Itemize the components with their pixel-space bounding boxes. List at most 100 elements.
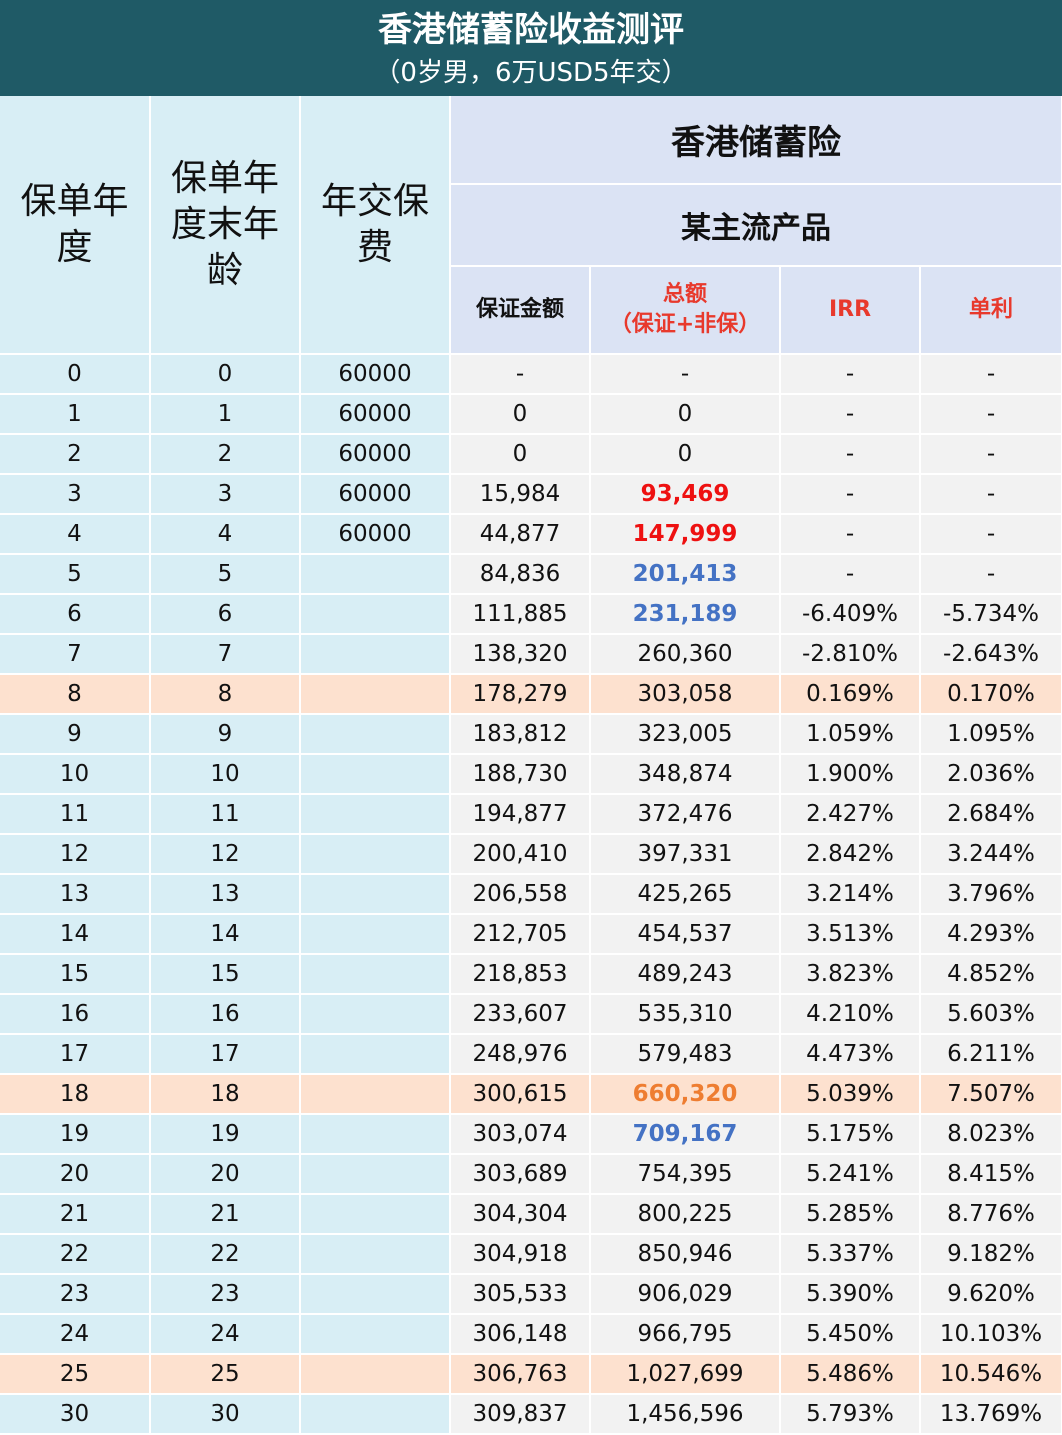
cell-simple-interest: - (920, 394, 1062, 435)
cell-total: 489,243 (590, 954, 781, 995)
cell-irr: - (780, 474, 921, 515)
cell-policy-year: 10 (0, 754, 151, 795)
cell-premium: 60000 (300, 434, 451, 475)
cell-simple-interest: 6.211% (920, 1034, 1062, 1075)
table-row: 25 25 306,763 1,027,699 5.486% 10.546% (0, 1354, 1062, 1395)
cell-irr: - (780, 354, 921, 395)
cell-total: 966,795 (590, 1314, 781, 1355)
cell-guaranteed: 300,615 (450, 1074, 591, 1115)
cell-policy-year: 14 (0, 914, 151, 955)
cell-age: 5 (150, 554, 301, 595)
table-row: 20 20 303,689 754,395 5.241% 8.415% (0, 1154, 1062, 1195)
cell-age: 7 (150, 634, 301, 675)
table-row: 15 15 218,853 489,243 3.823% 4.852% (0, 954, 1062, 995)
cell-age: 30 (150, 1394, 301, 1435)
table-row: 23 23 305,533 906,029 5.390% 9.620% (0, 1274, 1062, 1315)
cell-irr: 0.169% (780, 674, 921, 715)
cell-age: 25 (150, 1354, 301, 1395)
title-banner: 香港储蓄险收益测评 （0岁男，6万USD5年交） (0, 0, 1062, 96)
cell-irr: - (780, 514, 921, 555)
cell-age: 21 (150, 1194, 301, 1235)
cell-irr: 5.285% (780, 1194, 921, 1235)
cell-age: 13 (150, 874, 301, 915)
cell-age: 15 (150, 954, 301, 995)
table-row: 11 11 194,877 372,476 2.427% 2.684% (0, 794, 1062, 835)
cell-age: 6 (150, 594, 301, 635)
cell-simple-interest: 8.415% (920, 1154, 1062, 1195)
table-row: 12 12 200,410 397,331 2.842% 3.244% (0, 834, 1062, 875)
cell-total: 425,265 (590, 874, 781, 915)
cell-guaranteed: 303,074 (450, 1114, 591, 1155)
cell-total: 1,027,699 (590, 1354, 781, 1395)
cell-guaranteed: 178,279 (450, 674, 591, 715)
header-premium: 年交保费 (300, 96, 451, 355)
cell-irr: 5.450% (780, 1314, 921, 1355)
cell-age: 22 (150, 1234, 301, 1275)
cell-policy-year: 9 (0, 714, 151, 755)
cell-policy-year: 4 (0, 514, 151, 555)
cell-total: 147,999 (590, 514, 781, 555)
cell-simple-interest: 4.852% (920, 954, 1062, 995)
header-simple-interest: 单利 (920, 266, 1062, 355)
cell-irr: 1.059% (780, 714, 921, 755)
cell-policy-year: 17 (0, 1034, 151, 1075)
cell-premium (300, 594, 451, 635)
cell-guaranteed: 138,320 (450, 634, 591, 675)
cell-guaranteed: 183,812 (450, 714, 591, 755)
cell-premium (300, 1394, 451, 1435)
cell-guaranteed: 233,607 (450, 994, 591, 1035)
cell-premium (300, 1194, 451, 1235)
cell-premium (300, 674, 451, 715)
cell-policy-year: 8 (0, 674, 151, 715)
cell-premium (300, 754, 451, 795)
cell-simple-interest: 1.095% (920, 714, 1062, 755)
cell-premium (300, 1354, 451, 1395)
cell-age: 23 (150, 1274, 301, 1315)
cell-irr: 2.842% (780, 834, 921, 875)
cell-simple-interest: 3.796% (920, 874, 1062, 915)
cell-age: 8 (150, 674, 301, 715)
cell-simple-interest: - (920, 514, 1062, 555)
cell-total: 231,189 (590, 594, 781, 635)
table-row: 10 10 188,730 348,874 1.900% 2.036% (0, 754, 1062, 795)
cell-simple-interest: - (920, 474, 1062, 515)
table-row: 30 30 309,837 1,456,596 5.793% 13.769% (0, 1394, 1062, 1435)
cell-age: 2 (150, 434, 301, 475)
cell-simple-interest: 4.293% (920, 914, 1062, 955)
cell-age: 19 (150, 1114, 301, 1155)
cell-simple-interest: 10.546% (920, 1354, 1062, 1395)
cell-guaranteed: 111,885 (450, 594, 591, 635)
cell-age: 3 (150, 474, 301, 515)
cell-age: 12 (150, 834, 301, 875)
table-row: 22 22 304,918 850,946 5.337% 9.182% (0, 1234, 1062, 1275)
cell-total: 850,946 (590, 1234, 781, 1275)
cell-total: 660,320 (590, 1074, 781, 1115)
cell-guaranteed: 0 (450, 434, 591, 475)
cell-irr: 5.337% (780, 1234, 921, 1275)
table-row: 3 3 60000 15,984 93,469- - (0, 474, 1062, 515)
cell-premium: 60000 (300, 474, 451, 515)
cell-simple-interest: 7.507% (920, 1074, 1062, 1115)
cell-irr: 5.241% (780, 1154, 921, 1195)
cell-premium (300, 874, 451, 915)
table-body: 0 0 60000- - - -1 1 60000 0 0- -2 2 60000 0 0- -3 3 60000… (0, 354, 1062, 1435)
cell-policy-year: 1 (0, 394, 151, 435)
cell-simple-interest: 9.620% (920, 1274, 1062, 1315)
cell-premium (300, 954, 451, 995)
cell-simple-interest: 3.244% (920, 834, 1062, 875)
header-total-line1: 总额 (662, 282, 707, 307)
cell-irr: - (780, 554, 921, 595)
cell-premium (300, 1314, 451, 1355)
table-row: 14 14 212,705 454,537 3.513% 4.293% (0, 914, 1062, 955)
cell-total: - (590, 354, 781, 395)
cell-age: 4 (150, 514, 301, 555)
cell-simple-interest: -2.643% (920, 634, 1062, 675)
cell-total: 906,029 (590, 1274, 781, 1315)
cell-simple-interest: 8.023% (920, 1114, 1062, 1155)
cell-simple-interest: 2.036% (920, 754, 1062, 795)
cell-irr: 5.486% (780, 1354, 921, 1395)
cell-policy-year: 21 (0, 1194, 151, 1235)
cell-age: 0 (150, 354, 301, 395)
cell-guaranteed: 303,689 (450, 1154, 591, 1195)
cell-policy-year: 2 (0, 434, 151, 475)
